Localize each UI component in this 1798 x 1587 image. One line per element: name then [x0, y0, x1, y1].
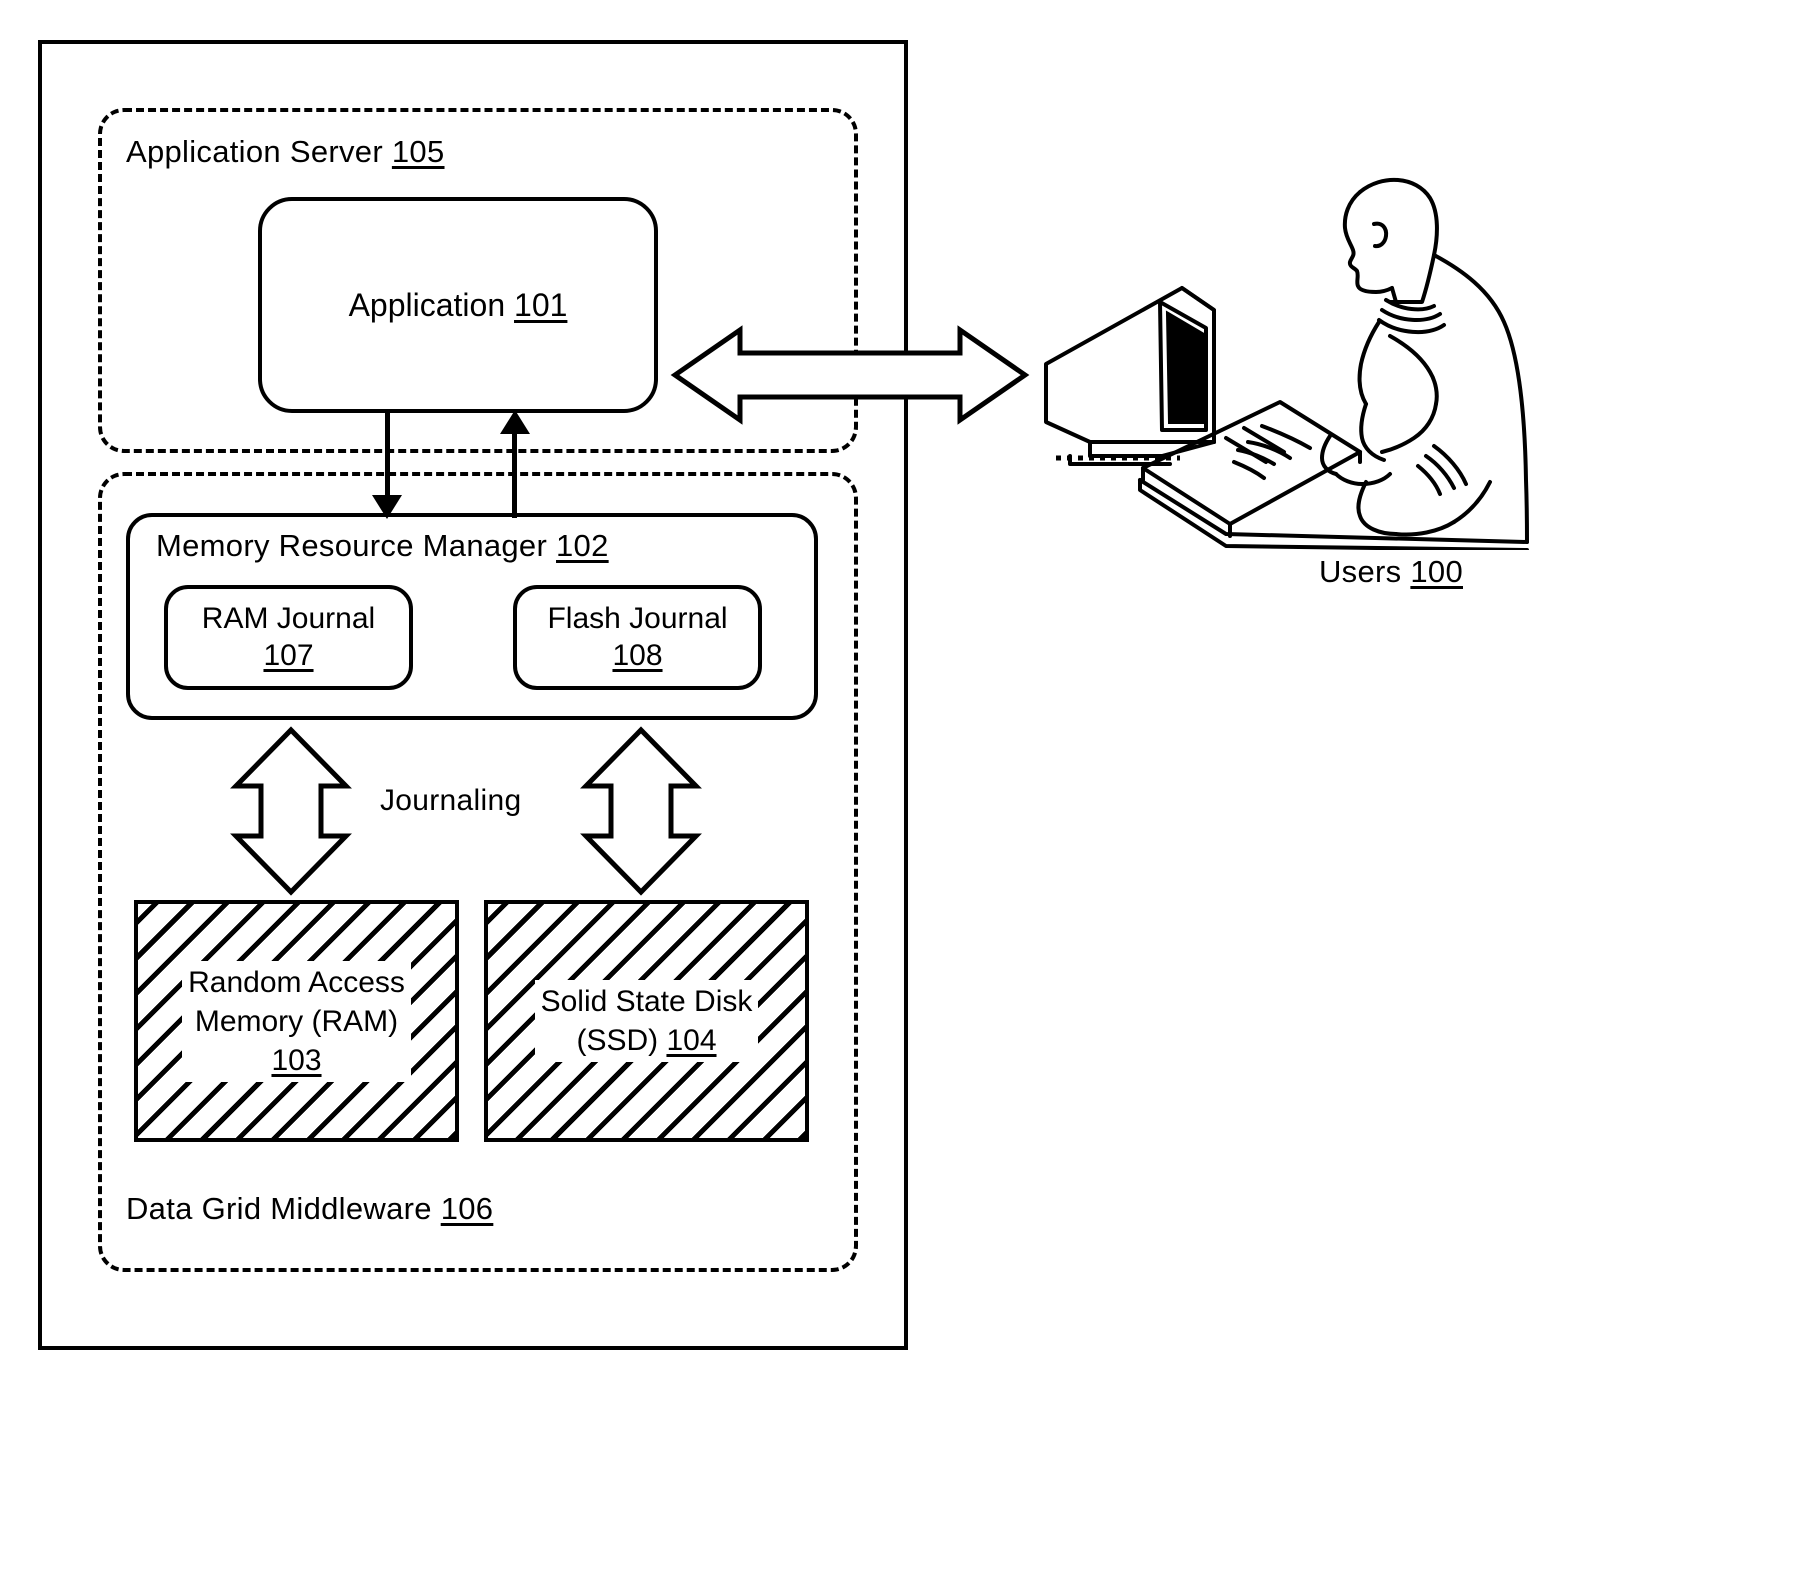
- journaling-label: Journaling: [380, 784, 522, 817]
- manager-to-ssd-arrow: [578, 726, 704, 896]
- ssd-line-2: (SSD): [576, 1024, 667, 1057]
- random-access-memory-block: Random Access Memory (RAM) 103: [134, 900, 459, 1142]
- ram-block-caption: Random Access Memory (RAM) 103: [182, 960, 411, 1082]
- application-to-manager-arrow-shaft: [385, 413, 390, 501]
- ssd-block-caption: Solid State Disk (SSD) 104: [534, 980, 759, 1062]
- flash-journal-ref: 108: [612, 638, 663, 672]
- diagram-canvas: Application Server 105 Application 101 D…: [0, 0, 1798, 1587]
- ram-line-1: Random Access: [188, 965, 405, 999]
- user-at-computer-illustration: [1030, 150, 1550, 550]
- manager-to-application-arrowhead: [500, 410, 530, 434]
- flash-journal-label: Flash Journal: [547, 601, 728, 635]
- data-grid-middleware-label: Data Grid Middleware 106: [126, 1191, 494, 1226]
- ram-journal-block: RAM Journal 107: [164, 585, 413, 690]
- application-block: Application 101: [258, 197, 658, 413]
- users-label: Users 100: [1319, 554, 1463, 589]
- application-to-users-arrow: [670, 320, 1030, 430]
- application-to-manager-arrowhead: [372, 495, 402, 519]
- memory-resource-manager-label: Memory Resource Manager 102: [156, 528, 609, 563]
- ram-line-2: Memory (RAM): [194, 1004, 399, 1038]
- manager-to-ram-arrow: [228, 726, 354, 896]
- ssd-line-1: Solid State Disk: [540, 985, 753, 1018]
- manager-to-application-arrow-shaft: [512, 430, 517, 518]
- ram-ref: 103: [271, 1043, 322, 1077]
- application-server-label: Application Server 105: [126, 134, 445, 169]
- flash-journal-block: Flash Journal 108: [513, 585, 762, 690]
- ram-journal-ref: 107: [263, 638, 314, 672]
- solid-state-disk-block: Solid State Disk (SSD) 104: [484, 900, 809, 1142]
- ram-journal-label: RAM Journal: [201, 601, 376, 635]
- ssd-ref: 104: [666, 1024, 717, 1057]
